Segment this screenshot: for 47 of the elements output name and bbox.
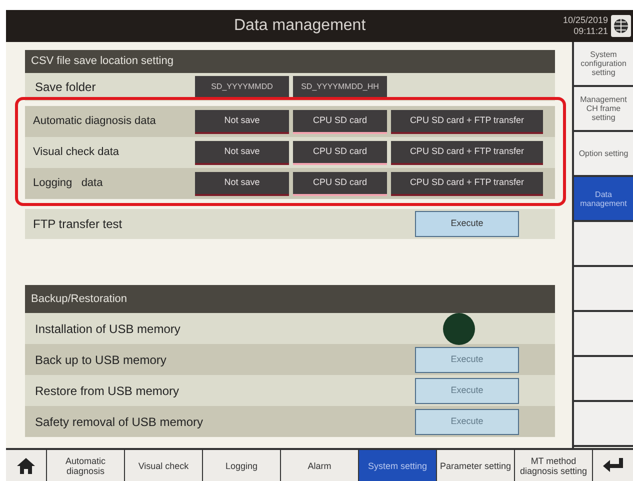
home-icon	[17, 458, 35, 474]
row-label: Restore from USB memory	[34, 382, 180, 400]
section-title: CSV file save location setting	[31, 54, 174, 70]
row-label: Visual check data	[32, 145, 120, 160]
row-label: Safety removal of USB memory	[34, 414, 204, 430]
nav-tab[interactable]: Parameter setting	[437, 450, 514, 481]
side-tab[interactable]	[574, 222, 633, 267]
row-label: Automatic diagnosis data	[32, 114, 157, 130]
side-tab[interactable]	[574, 357, 633, 402]
globe-icon[interactable]	[611, 15, 631, 37]
row-label: FTP transfer test	[32, 216, 124, 233]
folder-button[interactable]: SD_YYYYMMDD_HH	[293, 76, 387, 98]
row-label: Back up to USB memory	[34, 352, 168, 368]
option-button[interactable]: CPU SD card	[293, 110, 387, 134]
side-tab[interactable]	[574, 402, 633, 447]
side-tab[interactable]: System configuration setting	[574, 42, 633, 87]
execute-button[interactable]: Execute	[415, 211, 519, 237]
side-tab[interactable]	[574, 312, 633, 357]
side-tab[interactable]: Data management	[574, 177, 633, 222]
option-button[interactable]: Not save	[195, 110, 289, 134]
home-button[interactable]	[6, 450, 46, 481]
nav-tab[interactable]: Visual check	[125, 450, 202, 481]
folder-button[interactable]: SD_YYYYMMDD	[195, 76, 289, 98]
return-button[interactable]	[593, 450, 633, 481]
nav-tab[interactable]: System setting	[359, 450, 436, 481]
option-button[interactable]: CPU SD card	[293, 172, 387, 196]
option-button[interactable]: Not save	[195, 140, 289, 164]
option-button[interactable]: CPU SD card	[293, 140, 387, 164]
option-button[interactable]: Not save	[195, 172, 289, 196]
option-button[interactable]: CPU SD card + FTP transfer	[391, 172, 543, 196]
side-tab[interactable]: Management CH frame setting	[574, 87, 633, 132]
row-label: Save folder	[34, 79, 97, 96]
nav-tab[interactable]: Automatic diagnosis	[47, 450, 124, 481]
nav-tab[interactable]: MT method diagnosis setting	[515, 450, 592, 481]
nav-tab[interactable]: Logging	[203, 450, 280, 481]
section-title: Backup/Restoration	[31, 292, 127, 307]
time-text: 09:11:21	[574, 26, 608, 37]
window-title: Data management	[234, 16, 366, 36]
option-button[interactable]: CPU SD card + FTP transfer	[391, 110, 543, 134]
nav-tab[interactable]: Alarm	[281, 450, 358, 481]
side-tab[interactable]	[574, 267, 633, 312]
row-label: Logging data	[32, 176, 104, 192]
row-label: Installation of USB memory	[34, 320, 182, 338]
option-button[interactable]: CPU SD card + FTP transfer	[391, 140, 543, 164]
side-tab[interactable]: Option setting	[574, 132, 633, 177]
date-text: 10/25/2019	[562, 15, 608, 26]
return-icon	[603, 458, 623, 474]
